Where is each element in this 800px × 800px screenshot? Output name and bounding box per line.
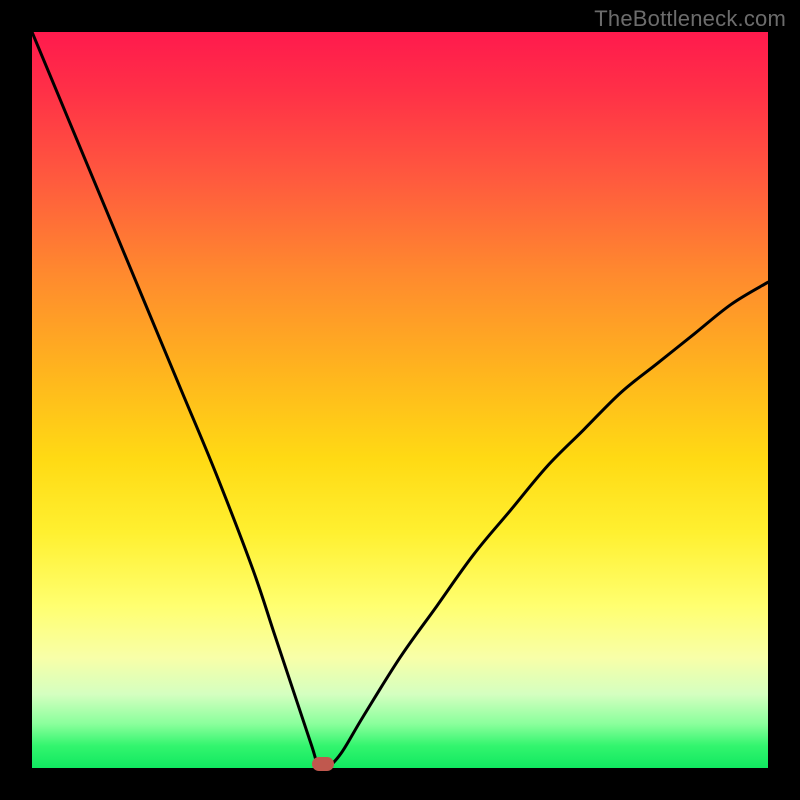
chart-frame: TheBottleneck.com bbox=[0, 0, 800, 800]
watermark-label: TheBottleneck.com bbox=[594, 6, 786, 32]
bottleneck-curve bbox=[32, 32, 768, 768]
plot-area bbox=[32, 32, 768, 768]
minimum-marker bbox=[312, 757, 334, 771]
